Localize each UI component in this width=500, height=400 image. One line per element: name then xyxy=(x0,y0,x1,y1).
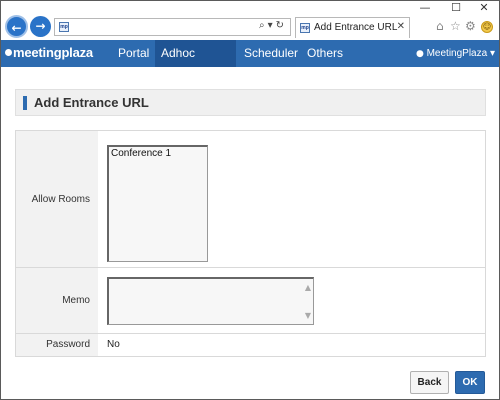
address-bar[interactable]: mp ⌕▾↻ xyxy=(54,18,291,36)
logo-dot-icon xyxy=(5,49,12,56)
password-value: No xyxy=(107,339,120,350)
form-row-memo: Memo ▲ ▼ xyxy=(16,268,485,334)
arrow-left-icon: ← xyxy=(11,21,22,35)
user-menu[interactable]: ● MeetingPlaza ▾ xyxy=(416,40,495,67)
address-row: ← → mp ⌕▾↻ mp Add Entrance URL ✕ ⌂ ☆ ⚙ ☺ xyxy=(1,15,499,39)
close-window-button[interactable]: ✕ xyxy=(469,1,499,15)
maximize-button[interactable]: ☐ xyxy=(441,1,471,15)
app-navbar: meetingplaza Portal Adhoc Rooms Schedule… xyxy=(1,40,499,87)
back-button[interactable]: ← xyxy=(5,15,28,38)
memo-label-cell: Memo xyxy=(16,268,98,333)
nav-portal[interactable]: Portal xyxy=(112,40,155,67)
forward-button[interactable]: → xyxy=(30,16,51,37)
title-bar: — ☐ ✕ xyxy=(1,1,499,15)
scroll-up-icon[interactable]: ▲ xyxy=(305,283,311,292)
list-item[interactable]: Conference 1 xyxy=(111,148,171,159)
nav-others[interactable]: Others xyxy=(301,40,349,67)
logo-text: meetingplaza xyxy=(13,45,93,60)
heading-accent-bar xyxy=(23,96,27,110)
page-title: Add Entrance URL xyxy=(34,95,149,110)
ok-button[interactable]: OK xyxy=(455,371,485,394)
password-label: Password xyxy=(46,339,90,350)
nav-adhoc-rooms[interactable]: Adhoc Rooms xyxy=(155,40,236,87)
allow-rooms-label-cell: Allow Rooms xyxy=(16,131,98,267)
gear-icon[interactable]: ⚙ xyxy=(465,19,476,33)
arrow-right-icon: → xyxy=(35,19,46,33)
scroll-down-icon[interactable]: ▼ xyxy=(305,311,311,320)
meetingplaza-logo[interactable]: meetingplaza xyxy=(5,45,93,60)
password-label-cell: Password xyxy=(16,334,98,356)
home-icon[interactable]: ⌂ xyxy=(436,19,444,33)
user-name: MeetingPlaza xyxy=(426,48,488,59)
entrance-url-form: Allow Rooms Conference 1 Memo ▲ ▼ Passwo… xyxy=(15,130,486,357)
tab-title: Add Entrance URL xyxy=(314,22,398,33)
browser-toolbar-icons: ⌂ ☆ ⚙ ☺ xyxy=(436,19,498,35)
minimize-button[interactable]: — xyxy=(410,1,440,15)
site-favicon-icon: mp xyxy=(59,22,69,32)
tab-close-icon[interactable]: ✕ xyxy=(397,21,405,32)
browser-window: — ☐ ✕ ← → mp ⌕▾↻ mp Add Entrance URL ✕ ⌂… xyxy=(0,0,500,400)
allow-rooms-listbox[interactable]: Conference 1 xyxy=(107,145,208,262)
memo-textarea[interactable]: ▲ ▼ xyxy=(107,277,314,325)
smiley-icon[interactable]: ☺ xyxy=(481,21,493,33)
page-heading: Add Entrance URL xyxy=(15,89,486,116)
allow-rooms-label: Allow Rooms xyxy=(31,194,90,205)
address-search-refresh-icons[interactable]: ⌕▾↻ xyxy=(259,20,287,31)
form-row-password: Password No xyxy=(16,334,485,356)
tab-add-entrance-url[interactable]: mp Add Entrance URL ✕ xyxy=(295,17,410,38)
star-icon[interactable]: ☆ xyxy=(450,19,461,33)
tab-favicon-icon: mp xyxy=(300,23,310,33)
memo-label: Memo xyxy=(62,295,90,306)
chevron-down-icon: ▾ xyxy=(489,48,495,59)
nav-scheduler[interactable]: Scheduler xyxy=(238,40,304,67)
back-page-button[interactable]: Back xyxy=(410,371,449,394)
user-icon: ● xyxy=(415,49,424,59)
form-row-allow-rooms: Allow Rooms Conference 1 xyxy=(16,131,485,268)
